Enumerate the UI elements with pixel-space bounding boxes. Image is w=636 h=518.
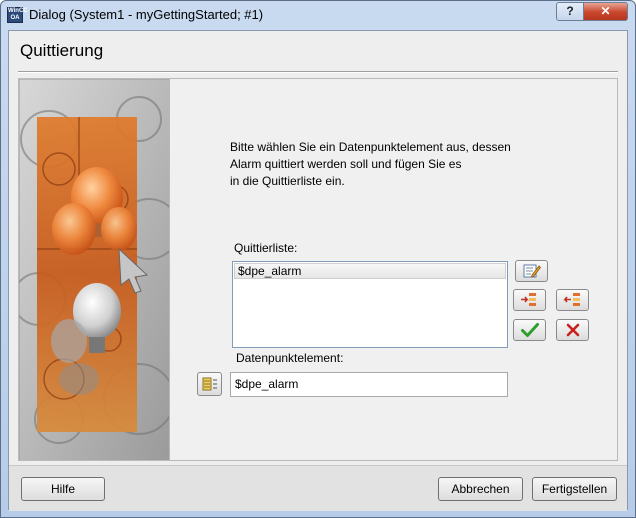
dialog-window: WinCC OA Dialog (System1 - myGettingStar… [0, 0, 636, 518]
hilfe-button[interactable]: Hilfe [21, 477, 105, 501]
edit-icon [523, 264, 541, 278]
instruction-line: in die Quittierliste ein. [230, 174, 345, 188]
add-to-list-button[interactable] [513, 289, 546, 311]
datenpunktelement-field[interactable]: $dpe_alarm [230, 372, 508, 397]
list-item[interactable]: $dpe_alarm [234, 263, 506, 279]
page-title: Quittierung [20, 41, 104, 60]
instruction-line: Alarm quittiert werden soll und fügen Si… [230, 157, 462, 171]
accept-button[interactable] [513, 319, 546, 341]
remove-from-list-icon [562, 293, 580, 306]
dialog-client-area: Quittierung Bitte wählen Sie ein Datenpu… [8, 30, 628, 511]
delete-button[interactable] [556, 319, 589, 341]
app-icon: WinCC OA [7, 7, 28, 23]
quittierliste-label: Quittierliste: [234, 241, 298, 255]
fertigstellen-button[interactable]: Fertigstellen [532, 477, 617, 501]
edit-button[interactable] [515, 260, 548, 282]
close-title-button[interactable]: ✕ [583, 2, 628, 21]
datapoint-selector-icon [202, 377, 217, 391]
title-bar[interactable]: WinCC OA Dialog (System1 - myGettingStar… [1, 1, 635, 29]
checkmark-icon [520, 323, 539, 337]
instruction-text: Bitte wählen Sie ein Datenpunktelement a… [230, 139, 560, 190]
delete-icon [566, 323, 579, 337]
datenpunktelement-label: Datenpunktelement: [236, 351, 344, 365]
add-to-list-icon [520, 293, 536, 306]
dp-selector-button[interactable] [197, 372, 222, 396]
title-divider [18, 71, 618, 73]
wizard-image-panel [18, 78, 170, 461]
wizard-illustration [19, 79, 169, 460]
help-title-button[interactable]: ? [556, 2, 584, 21]
quittierliste-listbox[interactable]: $dpe_alarm [232, 261, 508, 348]
instruction-line: Bitte wählen Sie ein Datenpunktelement a… [230, 140, 511, 154]
content-panel: Bitte wählen Sie ein Datenpunktelement a… [169, 78, 618, 461]
abbrechen-button[interactable]: Abbrechen [438, 477, 523, 501]
remove-from-list-button[interactable] [556, 289, 589, 311]
window-title: Dialog (System1 - myGettingStarted; #1) [29, 7, 264, 22]
